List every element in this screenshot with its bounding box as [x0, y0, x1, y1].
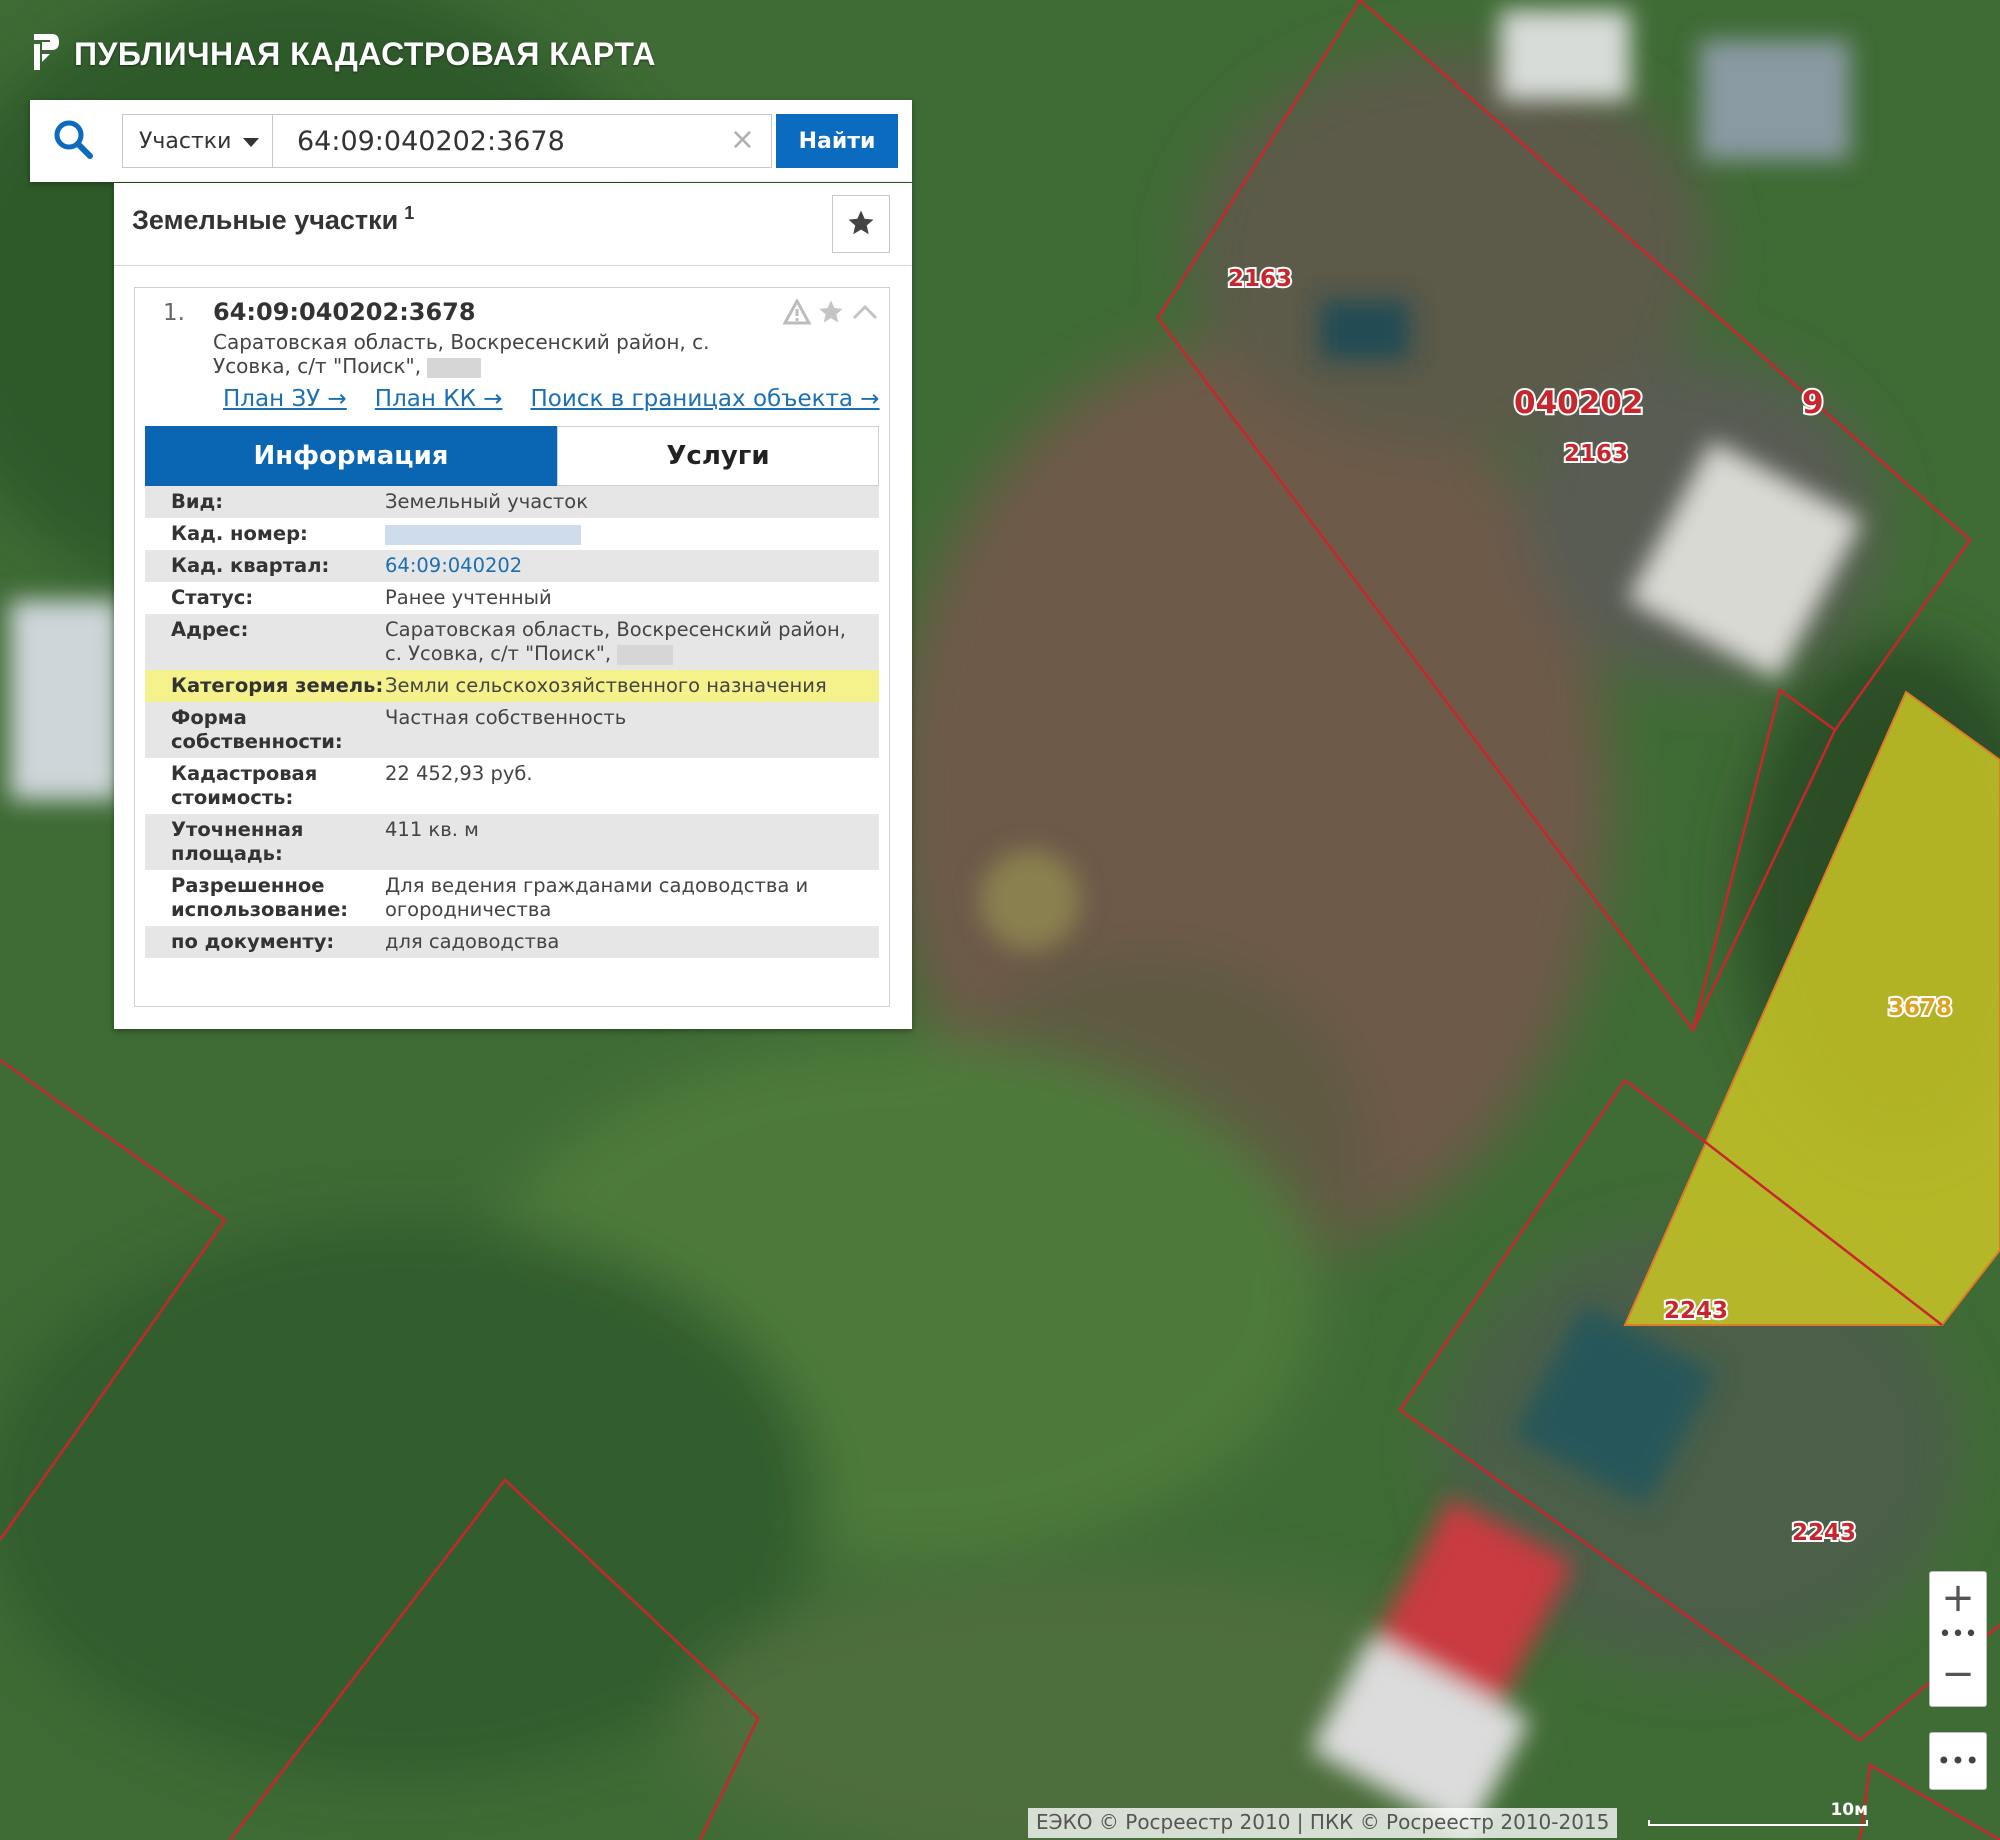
row-label: Категория земель: [171, 674, 384, 697]
table-row: Вид: Земельный участок [145, 486, 879, 518]
table-row: Разрешенное использование: Для ведения г… [145, 870, 879, 926]
panel-title: Земельные участки 1 [132, 203, 414, 236]
row-label: Кад. номер: [171, 522, 308, 545]
category-select-value: Участки [139, 128, 232, 154]
category-select[interactable]: Участки [122, 114, 272, 168]
tab-services[interactable]: Услуги [557, 426, 879, 486]
address-text: Саратовская область, Воскресенский район… [385, 618, 846, 665]
panel-title-text: Земельные участки [132, 205, 399, 235]
favorites-button[interactable] [832, 195, 890, 253]
close-icon[interactable]: × [730, 125, 755, 155]
zoom-level-indicator: ••• [1938, 1622, 1978, 1647]
row-value: 411 кв. м [385, 818, 479, 841]
warning-icon[interactable] [782, 297, 812, 329]
star-icon[interactable] [817, 298, 845, 330]
table-row: Форма собственности: Частная собственнос… [145, 702, 879, 758]
tab-info[interactable]: Информация [145, 426, 557, 486]
row-label: Адрес: [171, 618, 249, 641]
map-label-3678[interactable]: 3678 [1886, 993, 1954, 1023]
scale-label: 10м [1830, 1800, 1868, 1820]
map-label-quarter: 040202 [1514, 385, 1643, 421]
search-input[interactable] [273, 115, 703, 167]
search-bar: Участки × Найти [30, 100, 912, 182]
row-value [385, 522, 879, 546]
result-count: 1 [404, 203, 415, 223]
row-value: 22 452,93 руб. [385, 762, 533, 785]
plan-kk-link[interactable]: План КК → [375, 386, 503, 412]
row-label: Статус: [171, 586, 254, 609]
map-scale: 10м [1648, 1800, 1878, 1830]
row-value: Частная собственность [385, 706, 627, 729]
table-row: Статус: Ранее учтенный [145, 582, 879, 614]
zoom-in-button[interactable]: + [1930, 1572, 1986, 1624]
row-label: Уточненная площадь: [171, 818, 304, 865]
result-cadastral-number[interactable]: 64:09:040202:3678 [213, 298, 476, 326]
table-row: Адрес: Саратовская область, Воскресенски… [145, 614, 879, 670]
chevron-down-icon [243, 129, 260, 154]
map-label-2243-b: 2243 [1792, 1520, 1856, 1546]
table-row: Категория земель: Земли сельскохозяйстве… [145, 670, 879, 702]
redacted-block [427, 357, 482, 378]
info-table: Вид: Земельный участок Кад. номер: Кад. … [145, 486, 879, 958]
row-value: для садоводства [385, 930, 560, 953]
row-label: Вид: [171, 490, 224, 513]
result-address: Саратовская область, Воскресенский район… [213, 330, 733, 378]
row-value: Ранее учтенный [385, 586, 552, 609]
table-row: Кад. квартал: 64:09:040202 [145, 550, 879, 582]
table-row: Кад. номер: [145, 518, 879, 550]
pkk-logo-icon [30, 32, 60, 76]
table-row: по документу: для садоводства [145, 926, 879, 958]
result-card: 1. 64:09:040202:3678 Саратовская область… [134, 287, 890, 1007]
map-label-2163-b: 2163 [1564, 441, 1628, 467]
map-attribution: ЕЭКО © Росреестр 2010 | ПКК © Росреестр … [1028, 1808, 1618, 1838]
zoom-out-button[interactable]: − [1930, 1648, 1986, 1700]
card-actions [782, 297, 879, 330]
results-panel: Земельные участки 1 1. 64:09:040202:3678 … [114, 183, 912, 1029]
more-options-button[interactable]: ••• [1929, 1732, 1987, 1790]
table-row: Кадастровая стоимость: 22 452,93 руб. [145, 758, 879, 814]
app-header: ПУБЛИЧНАЯ КАДАСТРОВАЯ КАРТА [30, 32, 656, 76]
find-button[interactable]: Найти [776, 114, 898, 168]
scale-bar [1648, 1820, 1868, 1826]
app-title: ПУБЛИЧНАЯ КАДАСТРОВАЯ КАРТА [74, 35, 656, 72]
redacted-block [385, 524, 581, 545]
row-label: по документу: [171, 930, 335, 953]
redacted-block [617, 644, 674, 665]
map-label-2243-a: 2243 [1664, 1298, 1728, 1324]
row-value: Земельный участок [385, 490, 588, 513]
row-label: Разрешенное использование: [171, 874, 349, 921]
row-value: Для ведения гражданами садоводства и ого… [385, 874, 809, 921]
search-input-wrapper: × [272, 114, 772, 168]
row-value: Земли сельскохозяйственного назначения [385, 674, 827, 697]
panel-header: Земельные участки 1 [114, 183, 912, 266]
zoom-control: + ••• − [1929, 1571, 1987, 1707]
result-index: 1. [163, 300, 185, 326]
result-links: План ЗУ → План КК → Поиск в границах объ… [223, 386, 880, 412]
row-label: Кад. квартал: [171, 554, 330, 577]
row-label: Кадастровая стоимость: [171, 762, 318, 809]
map-label-9: 9 [1802, 385, 1824, 421]
result-tabs: Информация Услуги [145, 426, 879, 486]
row-label: Форма собственности: [171, 706, 343, 753]
search-icon[interactable] [52, 118, 94, 164]
search-in-bounds-link[interactable]: Поиск в границах объекта → [530, 386, 879, 412]
star-icon [846, 208, 876, 241]
chevron-up-icon[interactable] [851, 302, 879, 326]
row-value: Саратовская область, Воскресенский район… [385, 618, 879, 666]
map-label-2163-a: 2163 [1228, 266, 1292, 292]
plan-zu-link[interactable]: План ЗУ → [223, 386, 347, 412]
table-row: Уточненная площадь: 411 кв. м [145, 814, 879, 870]
cadastral-quarter-link[interactable]: 64:09:040202 [385, 554, 879, 578]
